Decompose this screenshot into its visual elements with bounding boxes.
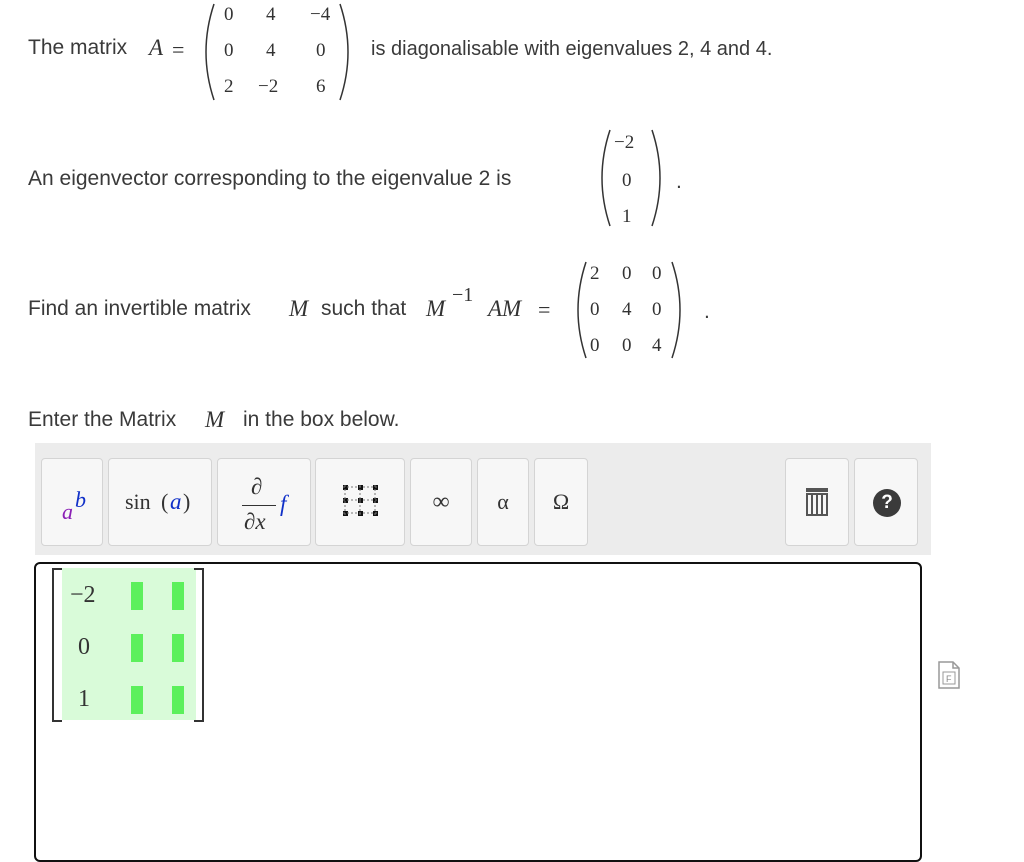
matrix-A-cell: −4 bbox=[310, 4, 331, 25]
line3-mid: such that bbox=[321, 297, 407, 320]
alpha-label: α bbox=[497, 489, 509, 514]
diag-cell: 2 bbox=[590, 263, 600, 284]
matrix-A-cell: 4 bbox=[266, 40, 276, 61]
infinity-button[interactable]: ∞ bbox=[410, 458, 472, 546]
diag-cell: 0 bbox=[622, 335, 632, 356]
matrix-A-cell: 4 bbox=[266, 4, 276, 25]
line3-expr-sup: −1 bbox=[452, 284, 474, 306]
matrix-A-cell: 2 bbox=[224, 76, 234, 97]
math-toolbar: a b sin ( a ) ∂ ∂x f ∞ α Ω ? bbox=[35, 443, 931, 555]
empty-cell-placeholder[interactable] bbox=[131, 582, 143, 610]
keyboard-icon bbox=[806, 488, 828, 516]
line3-expr-AM: AM bbox=[488, 296, 522, 321]
diag-right-paren bbox=[671, 261, 681, 359]
greek-button[interactable]: α bbox=[477, 458, 529, 546]
instruction-suffix: in the box below. bbox=[243, 408, 400, 431]
line3-prefix: Find an invertible matrix bbox=[28, 297, 251, 320]
line1-prefix: The matrix bbox=[28, 36, 128, 59]
answer-entry[interactable]: 0 bbox=[78, 634, 90, 661]
matrix-A-cell: 0 bbox=[316, 40, 326, 61]
power-exponent: b bbox=[75, 487, 86, 512]
answer-matrix-right-bracket bbox=[194, 568, 204, 722]
keyboard-button[interactable] bbox=[785, 458, 849, 546]
eigenvector-entry: −2 bbox=[614, 132, 635, 153]
line2-period: . bbox=[676, 170, 682, 193]
left-paren bbox=[205, 3, 215, 101]
answer-entry[interactable]: 1 bbox=[78, 686, 90, 713]
partial-denominator: ∂x bbox=[244, 509, 266, 534]
fraction-bar bbox=[242, 505, 276, 506]
diag-cell: 0 bbox=[652, 263, 662, 284]
help-icon: ? bbox=[873, 489, 901, 517]
symbols-button[interactable]: Ω bbox=[534, 458, 588, 546]
line2-text: An eigenvector corresponding to the eige… bbox=[28, 167, 512, 190]
diag-cell: 0 bbox=[590, 335, 600, 356]
right-paren bbox=[339, 3, 349, 101]
diag-cell: 0 bbox=[590, 299, 600, 320]
matrix-answer-input[interactable]: −2 0 1 bbox=[34, 562, 922, 862]
omega-label: Ω bbox=[552, 489, 570, 514]
matrix-A-cell: 6 bbox=[316, 76, 326, 97]
calculus-button[interactable]: ∂ ∂x f bbox=[217, 458, 311, 546]
sin-arg: a bbox=[170, 489, 182, 514]
matrix-A-cell: 0 bbox=[224, 40, 234, 61]
line3-eq: = bbox=[538, 297, 551, 322]
partial-f: f bbox=[280, 491, 287, 516]
sin-paren-close: ) bbox=[183, 489, 191, 514]
eigenvector-entry: 1 bbox=[622, 206, 632, 227]
sin-label: sin bbox=[125, 489, 151, 514]
eigenvector-right-paren bbox=[651, 129, 661, 227]
eigenvector-left-paren bbox=[601, 129, 611, 227]
sin-paren-open: ( bbox=[161, 489, 169, 514]
matrix-symbol-A: A bbox=[149, 35, 164, 60]
partial-numerator: ∂ bbox=[251, 474, 263, 499]
diag-cell: 0 bbox=[652, 299, 662, 320]
empty-cell-placeholder[interactable] bbox=[172, 686, 184, 714]
svg-text:F: F bbox=[946, 674, 952, 684]
diag-left-paren bbox=[577, 261, 587, 359]
line3-M: M bbox=[289, 296, 309, 321]
matrix-A-cell: 0 bbox=[224, 4, 234, 25]
matrix-button[interactable] bbox=[315, 458, 405, 546]
help-button[interactable]: ? bbox=[854, 458, 918, 546]
function-button[interactable]: sin ( a ) bbox=[108, 458, 212, 546]
matrix-grid-icon bbox=[343, 485, 378, 516]
line3-period: . bbox=[704, 300, 710, 323]
instruction-prefix: Enter the Matrix bbox=[28, 408, 177, 431]
answer-matrix-left-bracket bbox=[52, 568, 62, 722]
preview-document-icon[interactable]: F bbox=[936, 660, 962, 690]
line1-suffix: is diagonalisable with eigenvalues 2, 4 … bbox=[371, 38, 773, 60]
infinity-label: ∞ bbox=[432, 488, 450, 515]
diag-cell: 4 bbox=[622, 299, 632, 320]
empty-cell-placeholder[interactable] bbox=[131, 634, 143, 662]
diag-cell: 4 bbox=[652, 335, 662, 356]
line3-expr-M: M bbox=[426, 296, 446, 321]
equals-sign: = bbox=[172, 37, 185, 62]
answer-entry[interactable]: −2 bbox=[70, 582, 96, 609]
instruction-M: M bbox=[205, 407, 225, 432]
power-button[interactable]: a b bbox=[41, 458, 103, 546]
empty-cell-placeholder[interactable] bbox=[172, 634, 184, 662]
matrix-A-cell: −2 bbox=[258, 76, 279, 97]
empty-cell-placeholder[interactable] bbox=[131, 686, 143, 714]
power-base: a bbox=[62, 499, 73, 524]
diag-cell: 0 bbox=[622, 263, 632, 284]
eigenvector-entry: 0 bbox=[622, 170, 632, 191]
empty-cell-placeholder[interactable] bbox=[172, 582, 184, 610]
